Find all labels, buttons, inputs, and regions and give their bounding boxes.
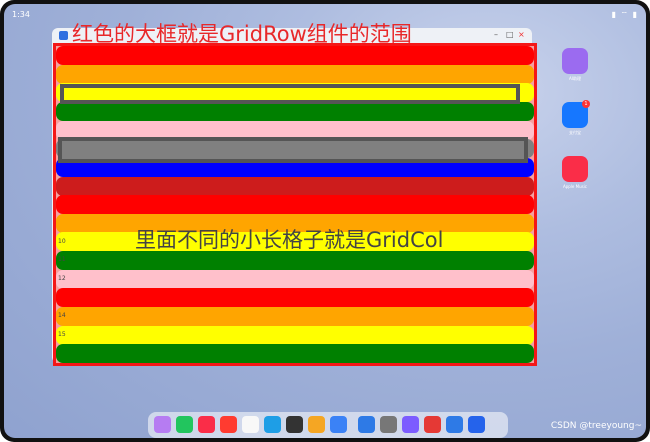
app-label: AI助理: [569, 76, 581, 81]
app-label: Apple Music: [562, 184, 588, 189]
dock-app-icon[interactable]: [446, 416, 463, 433]
grid-col-label: 14: [58, 312, 66, 320]
grid-col: [56, 64, 534, 84]
music-icon: [562, 156, 588, 182]
dock-app-icon[interactable]: [242, 416, 259, 433]
dock: [148, 412, 508, 438]
grid-col-label: 11: [58, 256, 66, 264]
annotation-middle: 里面不同的小长格子就是GridCol: [135, 228, 444, 252]
maximize-button[interactable]: □: [506, 30, 514, 39]
app-apple-music[interactable]: Apple Music: [560, 156, 590, 189]
tablet-frame: 1:34 ▮ ⌔ ▮ AI助理 1 支付宝 Apple Music – □ ×: [0, 0, 650, 442]
grid-col-label: 12: [58, 275, 66, 283]
dock-app-icon[interactable]: [198, 416, 215, 433]
grid-col-label: 10: [58, 237, 66, 245]
dock-app-icon[interactable]: [176, 416, 193, 433]
dock-app-icon[interactable]: [264, 416, 281, 433]
status-icons: ▮ ⌔ ▮: [611, 10, 638, 19]
app-ai-assistant[interactable]: AI助理: [560, 48, 590, 82]
watermark: CSDN @treeyoung~: [550, 421, 642, 431]
grid-col: [56, 101, 534, 121]
clock: 1:34: [12, 10, 30, 19]
dock-app-icon[interactable]: [402, 416, 419, 433]
dock-app-icon[interactable]: [154, 416, 171, 433]
app-icon: [59, 31, 68, 40]
grid-col: [56, 344, 534, 363]
grid-col: [56, 195, 534, 215]
dock-app-icon[interactable]: [358, 416, 375, 433]
ai-assistant-icon: [562, 48, 588, 74]
grid-col: [56, 176, 534, 196]
grid-col: [56, 288, 534, 308]
minimize-button[interactable]: –: [494, 30, 498, 39]
dock-app-icon[interactable]: [330, 416, 347, 433]
notification-badge: 1: [582, 100, 590, 108]
dock-app-icon[interactable]: [308, 416, 325, 433]
grid-col: [56, 269, 534, 289]
grid-col-label: 15: [58, 331, 66, 339]
grid-col: [56, 307, 534, 327]
dock-app-icon[interactable]: [220, 416, 237, 433]
close-button[interactable]: ×: [518, 30, 525, 39]
dock-app-icon[interactable]: [286, 416, 303, 433]
annotation-title: 红色的大框就是GridRow组件的范围: [72, 22, 412, 46]
dock-app-icon[interactable]: [380, 416, 397, 433]
highlight-box-yellow: [60, 84, 520, 104]
grid-col: [56, 325, 534, 345]
alipay-icon: 1: [562, 100, 590, 128]
dock-app-icon[interactable]: [468, 416, 485, 433]
dock-app-icon[interactable]: [424, 416, 441, 433]
app-label: 支付宝: [569, 130, 581, 135]
grid-col: [56, 46, 534, 65]
highlight-box-gray: [58, 137, 528, 163]
app-alipay[interactable]: 1 支付宝: [560, 100, 590, 136]
